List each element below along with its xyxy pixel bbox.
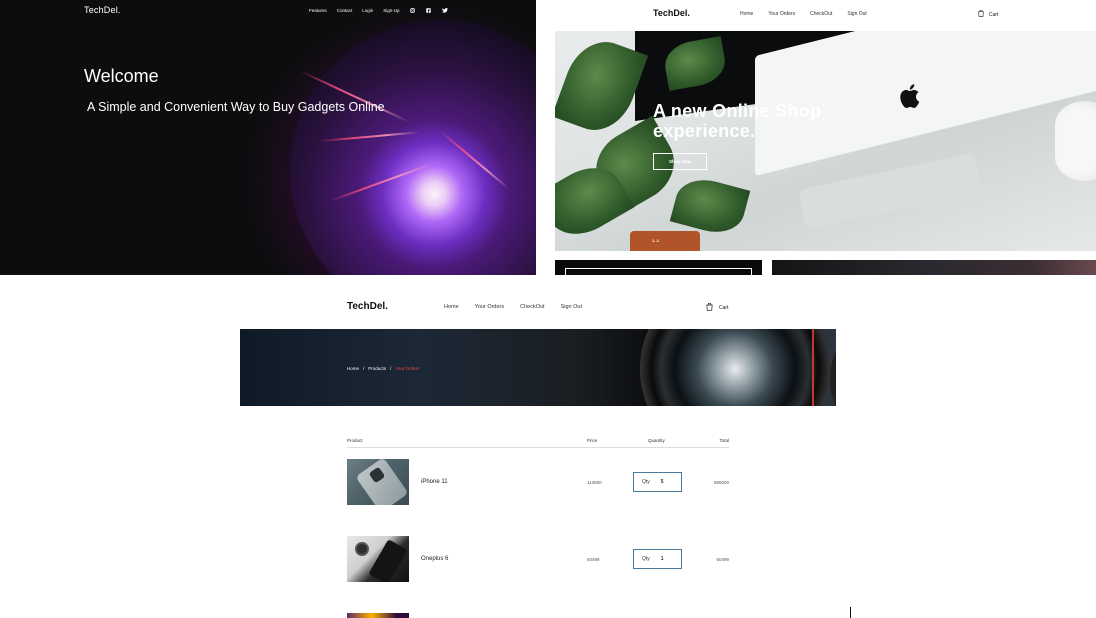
nav-link-features[interactable]: Features bbox=[309, 8, 327, 13]
top-nav: Home Your Orders CheckOut Sign Out bbox=[444, 304, 582, 310]
site-logo[interactable]: TechDel. bbox=[653, 8, 690, 18]
product-price: 50499 bbox=[587, 557, 600, 562]
breadcrumb-current: Your Orders bbox=[395, 366, 420, 371]
twitter-icon[interactable] bbox=[441, 7, 448, 13]
product-image[interactable] bbox=[347, 459, 409, 505]
hero-banner: A new Online Shop experience. Shop Now 1… bbox=[555, 31, 1096, 251]
quantity-label: Qty bbox=[642, 556, 650, 562]
shop-now-button[interactable]: Shop Now bbox=[653, 153, 707, 170]
apple-logo-icon bbox=[898, 83, 920, 115]
screenshot-collage: TechDel. Features Contact Login Sign-Up … bbox=[0, 0, 1096, 618]
quantity-value[interactable]: 1 bbox=[661, 556, 664, 562]
nav-link-signup[interactable]: Sign-Up bbox=[383, 8, 399, 13]
breadcrumb-separator: / bbox=[363, 366, 365, 371]
text-cursor bbox=[850, 607, 851, 618]
promo-tile-border bbox=[565, 268, 752, 275]
welcome-heading: Welcome bbox=[84, 66, 159, 86]
promo-tile[interactable] bbox=[772, 260, 1096, 275]
breadcrumb-separator: / bbox=[390, 366, 392, 371]
nav-link-home[interactable]: Home bbox=[740, 11, 753, 17]
breadcrumb-products[interactable]: Products bbox=[368, 366, 386, 371]
welcome-tagline: A Simple and Convenient Way to Buy Gadge… bbox=[87, 100, 385, 114]
header-price: Price bbox=[587, 438, 598, 443]
site-logo[interactable]: TechDel. bbox=[84, 5, 121, 15]
top-nav: Home Your Orders CheckOut Sign Out bbox=[740, 11, 867, 17]
top-nav: Features Contact Login Sign-Up bbox=[309, 7, 448, 13]
slide-indicator[interactable]: 1. 2. bbox=[652, 238, 660, 243]
site-logo[interactable]: TechDel. bbox=[347, 301, 388, 312]
table-row: Oneplus 6 50499 Qty 1 50499 bbox=[347, 536, 729, 582]
instagram-icon[interactable] bbox=[410, 7, 416, 13]
nav-link-your-orders[interactable]: Your Orders bbox=[475, 304, 504, 310]
imac-stand-image bbox=[797, 152, 983, 230]
nav-link-checkout[interactable]: CheckOut bbox=[520, 304, 544, 310]
product-total: 50499 bbox=[716, 557, 729, 562]
quantity-field[interactable]: Qty 5 bbox=[633, 472, 682, 492]
orders-table-header: Product Price Quantity Total bbox=[347, 438, 729, 448]
header-quantity: Quantity bbox=[648, 438, 665, 443]
lens-ring-image bbox=[830, 329, 836, 406]
quantity-field[interactable]: Qty 1 bbox=[633, 549, 682, 569]
nav-link-checkout[interactable]: CheckOut bbox=[810, 11, 832, 17]
product-name[interactable]: iPhone 11 bbox=[421, 479, 448, 485]
facebook-icon[interactable] bbox=[426, 7, 432, 13]
camera-image bbox=[355, 542, 369, 556]
product-image[interactable] bbox=[347, 613, 409, 618]
shopping-bag-icon bbox=[706, 302, 713, 313]
plasma-ball-image bbox=[290, 20, 536, 275]
table-row: iPhone 11 113000 Qty 5 565000 bbox=[347, 459, 729, 505]
hero-title: A new Online Shop experience. bbox=[653, 101, 822, 141]
shop-home-panel: TechDel. Home Your Orders CheckOut Sign … bbox=[536, 0, 1096, 275]
nav-link-login[interactable]: Login bbox=[362, 8, 373, 13]
lens-red-stripe bbox=[812, 329, 814, 406]
plant-leaf-image bbox=[669, 172, 751, 240]
product-image[interactable] bbox=[347, 536, 409, 582]
header-total: Total bbox=[719, 438, 729, 443]
shopping-bag-icon bbox=[978, 9, 984, 19]
nav-link-sign-out[interactable]: Sign Out bbox=[561, 304, 582, 310]
nav-link-your-orders[interactable]: Your Orders bbox=[768, 11, 795, 17]
product-total: 565000 bbox=[713, 480, 729, 485]
breadcrumb: Home / Products / Your Orders bbox=[347, 366, 419, 371]
cart-link[interactable]: Cart bbox=[978, 9, 999, 19]
phone-image bbox=[355, 459, 409, 505]
page-banner: 85 bbox=[240, 329, 836, 406]
cart-link[interactable]: Cart bbox=[706, 302, 729, 313]
product-name[interactable]: Oneplus 6 bbox=[421, 556, 448, 562]
phone-image bbox=[368, 539, 408, 582]
quantity-value[interactable]: 5 bbox=[661, 479, 664, 485]
header-product: Product bbox=[347, 438, 363, 443]
camera-lens-image bbox=[640, 329, 830, 406]
promo-tile[interactable] bbox=[555, 260, 762, 275]
coffee-cup-image bbox=[1055, 101, 1096, 181]
nav-link-contact[interactable]: Contact bbox=[337, 8, 353, 13]
quantity-label: Qty bbox=[642, 479, 650, 485]
nav-link-home[interactable]: Home bbox=[444, 304, 459, 310]
product-price: 113000 bbox=[587, 480, 602, 485]
nav-link-sign-out[interactable]: Sign Out bbox=[847, 11, 866, 17]
plant-pot-image bbox=[630, 231, 700, 251]
welcome-panel: TechDel. Features Contact Login Sign-Up … bbox=[0, 0, 536, 275]
breadcrumb-home[interactable]: Home bbox=[347, 366, 359, 371]
cart-label: Cart bbox=[719, 305, 729, 311]
cart-label: Cart bbox=[989, 11, 999, 18]
